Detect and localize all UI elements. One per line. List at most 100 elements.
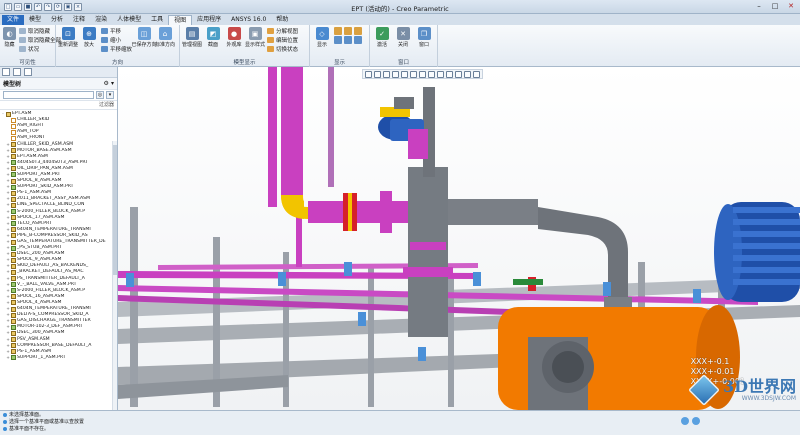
- tree-expand-icon[interactable]: +: [6, 318, 10, 324]
- view-manager-icon[interactable]: [419, 71, 426, 78]
- tab-annotate[interactable]: 注释: [68, 15, 90, 25]
- annotation-display-icon[interactable]: [354, 36, 362, 44]
- tree-expand-icon[interactable]: +: [6, 221, 10, 227]
- tree-expand-icon[interactable]: +: [6, 251, 10, 257]
- smart-filter-icon[interactable]: [692, 417, 700, 425]
- section-view-icon[interactable]: [464, 71, 471, 78]
- tree-expand-icon[interactable]: +: [6, 172, 10, 178]
- tree-expand-icon[interactable]: +: [6, 215, 10, 221]
- csys-display-icon[interactable]: [334, 36, 342, 44]
- tree-expand-icon[interactable]: +: [6, 239, 10, 245]
- tree-expand-icon[interactable]: +: [6, 306, 10, 312]
- redo-icon[interactable]: ↷: [44, 2, 52, 11]
- zoom-out-button[interactable]: 缩小: [101, 36, 132, 44]
- tree-expand-icon[interactable]: -: [1, 111, 5, 117]
- tree-expand-icon[interactable]: +: [6, 227, 10, 233]
- repaint-icon[interactable]: [392, 71, 399, 78]
- datum-display-icon[interactable]: [437, 71, 444, 78]
- axis-display-icon[interactable]: [344, 27, 352, 35]
- pan-button[interactable]: 平移: [101, 27, 132, 35]
- tree-expand-icon[interactable]: +: [6, 178, 10, 184]
- tree-expand-icon[interactable]: +: [6, 288, 10, 294]
- minimize-icon[interactable]: –: [754, 2, 764, 11]
- tree-expand-icon[interactable]: +: [6, 245, 10, 251]
- tree-expand-icon[interactable]: +: [6, 209, 10, 215]
- tree-expand-icon[interactable]: +: [6, 282, 10, 288]
- unhide-all-button[interactable]: 取消隐藏全部: [19, 36, 61, 44]
- refit-view-icon[interactable]: [365, 71, 372, 78]
- filter-label[interactable]: 过滤器: [99, 101, 114, 109]
- tree-expand-icon[interactable]: +: [6, 233, 10, 239]
- tree-expand-icon[interactable]: +: [6, 166, 10, 172]
- tree-expand-icon[interactable]: +: [6, 269, 10, 275]
- zoom-in-view-icon[interactable]: [374, 71, 381, 78]
- tree-expand-icon[interactable]: +: [6, 154, 10, 160]
- tree-expand-icon[interactable]: +: [6, 312, 10, 318]
- tab-manikin[interactable]: 人体模型: [112, 15, 146, 25]
- status-button[interactable]: 状况: [19, 45, 61, 53]
- spin-center-icon[interactable]: [344, 36, 352, 44]
- tree-item[interactable]: + SUPPORT_1_ASM.PRT: [0, 355, 117, 361]
- tree-filter-icon[interactable]: ▾: [106, 91, 114, 99]
- tab-model[interactable]: 模型: [24, 15, 46, 25]
- tree-settings-icon[interactable]: ⚙ ▾: [104, 80, 114, 87]
- tree-expand-icon[interactable]: +: [6, 202, 10, 208]
- window-icon[interactable]: ▣: [64, 2, 72, 11]
- selection-filter-icon[interactable]: [681, 417, 689, 425]
- spin-center-view-icon[interactable]: [455, 71, 462, 78]
- tree-expand-icon[interactable]: +: [6, 343, 10, 349]
- tree-expand-icon[interactable]: +: [6, 263, 10, 269]
- pan-zoom-button[interactable]: 平移缩放: [101, 45, 132, 53]
- save-icon[interactable]: ■: [24, 2, 32, 11]
- tree-expand-icon[interactable]: +: [6, 196, 10, 202]
- tab-applications[interactable]: 应用程序: [192, 15, 226, 25]
- tree-expand-icon[interactable]: +: [6, 160, 10, 166]
- saved-orientation-view-icon[interactable]: [410, 71, 417, 78]
- point-display-icon[interactable]: [354, 27, 362, 35]
- folder-browser-tab-icon[interactable]: [13, 68, 21, 76]
- tree-expand-icon[interactable]: +: [6, 355, 10, 361]
- tab-tools[interactable]: 工具: [146, 15, 168, 25]
- undo-icon[interactable]: ↶: [34, 2, 42, 11]
- tree-scrollbar[interactable]: [112, 141, 117, 410]
- tree-expand-icon[interactable]: +: [6, 324, 10, 330]
- open-icon[interactable]: ▭: [14, 2, 22, 11]
- tree-expand-icon[interactable]: +: [6, 294, 10, 300]
- tree-expand-icon[interactable]: +: [6, 184, 10, 190]
- tab-file[interactable]: 文件: [2, 15, 25, 25]
- model-tree-tab-icon[interactable]: [2, 68, 10, 76]
- tree-expand-icon[interactable]: +: [6, 276, 10, 282]
- new-icon[interactable]: □: [4, 2, 12, 11]
- tab-analysis[interactable]: 分析: [46, 15, 68, 25]
- tree-expand-icon[interactable]: +: [6, 190, 10, 196]
- tree-expand-icon[interactable]: +: [6, 337, 10, 343]
- tree-scroll-thumb[interactable]: [113, 145, 117, 275]
- perspective-icon[interactable]: [428, 71, 435, 78]
- tree-expand-icon[interactable]: +: [6, 142, 10, 148]
- close-window-icon[interactable]: ×: [74, 2, 82, 11]
- maximize-icon[interactable]: □: [770, 2, 780, 11]
- display-style-view-icon[interactable]: [401, 71, 408, 78]
- plane-display-icon[interactable]: [334, 27, 342, 35]
- tab-help[interactable]: 帮助: [271, 15, 293, 25]
- tree-expand-icon[interactable]: +: [6, 148, 10, 154]
- unhide-button[interactable]: 取消隐藏: [19, 27, 61, 35]
- binoculars-icon[interactable]: ◎: [96, 91, 104, 99]
- tree-expand-icon[interactable]: +: [6, 300, 10, 306]
- tree-expand-icon[interactable]: +: [6, 257, 10, 263]
- close-icon[interactable]: ✕: [786, 2, 796, 11]
- tree-expand-icon[interactable]: +: [6, 349, 10, 355]
- appearance-view-icon[interactable]: [473, 71, 480, 78]
- tab-render[interactable]: 渲染: [90, 15, 112, 25]
- graphics-window[interactable]: XXX+-0.1 XXX+-0.01 XXXX+-0.001 3D世界网 WWW…: [118, 67, 800, 410]
- exploded-view-button[interactable]: 分解视图: [267, 27, 298, 35]
- tab-ansys[interactable]: ANSYS 16.0: [226, 15, 271, 25]
- edit-position-button[interactable]: 编辑位置: [267, 36, 298, 44]
- tree-search-input[interactable]: [3, 91, 94, 99]
- tree-expand-icon[interactable]: +: [6, 330, 10, 336]
- zoom-out-view-icon[interactable]: [383, 71, 390, 78]
- toggle-status-button[interactable]: 切换状态: [267, 45, 298, 53]
- favorites-tab-icon[interactable]: [24, 68, 32, 76]
- annotation-filter-icon[interactable]: [446, 71, 453, 78]
- regenerate-icon[interactable]: ⟳: [54, 2, 62, 11]
